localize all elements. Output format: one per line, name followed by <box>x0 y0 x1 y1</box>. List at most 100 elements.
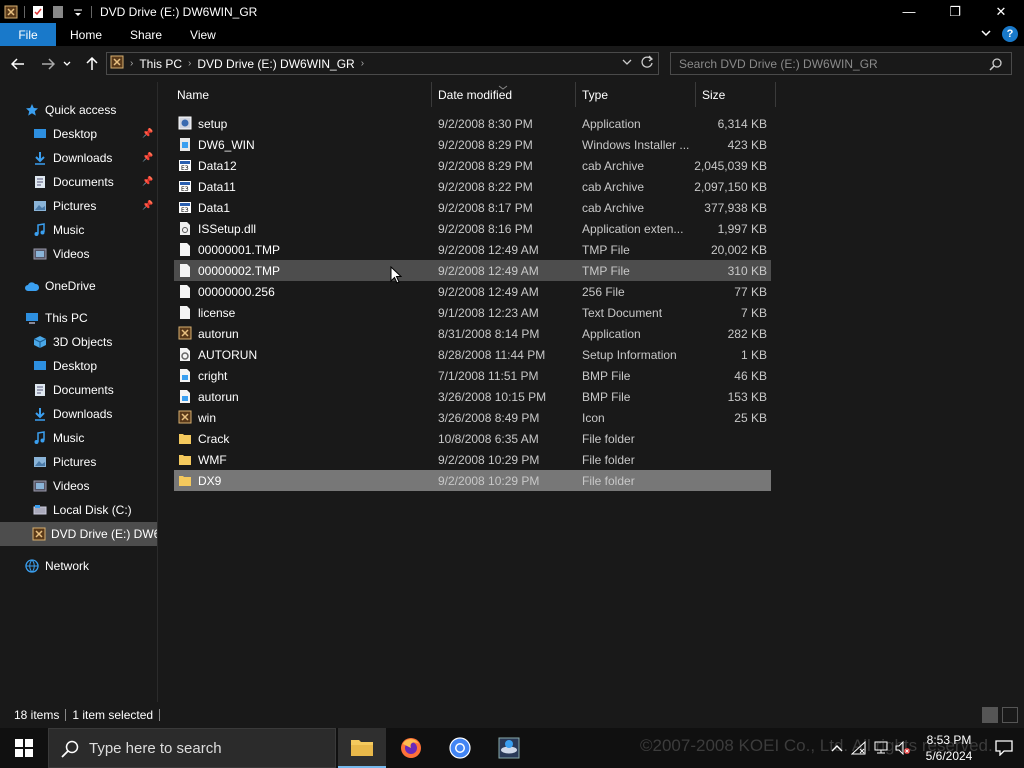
sidebar-item-music-pc[interactable]: Music <box>32 426 156 450</box>
ethernet-icon[interactable] <box>870 728 892 768</box>
sidebar-item-videos[interactable]: Videos <box>32 242 152 266</box>
taskbar-search-input[interactable]: Type here to search <box>48 728 336 768</box>
dvd-app-icon[interactable] <box>4 5 18 19</box>
sidebar-item-downloads-pc[interactable]: Downloads <box>32 402 156 426</box>
column-header-name[interactable]: Name <box>177 82 431 107</box>
column-header-type[interactable]: Type <box>582 82 695 107</box>
address-bar[interactable]: › This PC › DVD Drive (E:) DW6WIN_GR › <box>106 52 659 75</box>
address-segment-dvd-drive[interactable]: DVD Drive (E:) DW6WIN_GR <box>193 57 358 71</box>
expand-ribbon-icon[interactable] <box>980 27 992 42</box>
file-row[interactable]: DW6_WIN 9/2/2008 8:29 PM Windows Install… <box>174 134 771 155</box>
file-row[interactable]: ЕЗ Data12 9/2/2008 8:29 PM cab Archive 2… <box>174 155 771 176</box>
file-row[interactable]: setup 9/2/2008 8:30 PM Application 6,314… <box>174 113 771 134</box>
file-row[interactable]: cright 7/1/2008 11:51 PM BMP File 46 KB <box>174 365 771 386</box>
refresh-icon[interactable] <box>640 55 654 72</box>
address-separator-icon[interactable]: › <box>359 58 366 69</box>
file-row[interactable]: WMF 9/2/2008 10:29 PM File folder <box>174 449 771 470</box>
file-row[interactable]: Crack 10/8/2008 6:35 AM File folder <box>174 428 771 449</box>
sidebar-item-3d-objects[interactable]: 3D Objects <box>32 330 156 354</box>
network-disabled-icon[interactable] <box>848 728 870 768</box>
setup-app-taskbar-button[interactable] <box>485 728 533 768</box>
address-separator-icon[interactable]: › <box>186 58 193 69</box>
tab-view[interactable]: View <box>176 23 230 46</box>
tab-share[interactable]: Share <box>116 23 176 46</box>
video-icon <box>32 478 48 494</box>
setup-info-icon <box>178 347 192 362</box>
firefox-taskbar-button[interactable] <box>387 728 435 768</box>
file-row[interactable]: ISSetup.dll 9/2/2008 8:16 PM Application… <box>174 218 771 239</box>
windows-logo-icon <box>15 739 33 757</box>
close-button[interactable]: ✕ <box>978 0 1024 23</box>
cab-icon: ЕЗ <box>178 179 192 194</box>
sidebar-item-downloads[interactable]: Downloads <box>32 146 140 170</box>
sidebar-item-desktop[interactable]: Desktop <box>32 122 140 146</box>
column-header-date[interactable]: Date modified <box>438 82 575 107</box>
sidebar-item-pictures-pc[interactable]: Pictures <box>32 450 156 474</box>
column-resizer[interactable] <box>775 82 776 107</box>
tab-file[interactable]: File <box>0 23 56 46</box>
pin-icon[interactable]: 📌 <box>142 176 153 187</box>
start-button[interactable] <box>0 728 48 768</box>
sidebar-item-this-pc[interactable]: This PC <box>24 306 154 330</box>
file-row[interactable]: ЕЗ Data1 9/2/2008 8:17 PM cab Archive 37… <box>174 197 771 218</box>
file-row[interactable]: license 9/1/2008 12:23 AM Text Document … <box>174 302 771 323</box>
file-row[interactable]: 00000000.256 9/2/2008 12:49 AM 256 File … <box>174 281 771 302</box>
chevron-up-icon[interactable] <box>826 728 848 768</box>
clock[interactable]: 8:53 PM 5/6/2024 <box>914 732 984 764</box>
notification-center-button[interactable] <box>984 728 1024 768</box>
file-row[interactable]: win 3/26/2008 8:49 PM Icon 25 KB <box>174 407 771 428</box>
pin-icon[interactable]: 📌 <box>142 152 153 163</box>
file-row-selected[interactable]: DX9 9/2/2008 10:29 PM File folder <box>174 470 771 491</box>
file-row[interactable]: autorun 3/26/2008 10:15 PM BMP File 153 … <box>174 386 771 407</box>
tab-home[interactable]: Home <box>56 23 116 46</box>
new-folder-icon[interactable] <box>51 5 65 19</box>
folder-icon <box>178 431 192 446</box>
file-explorer-taskbar-button[interactable] <box>338 728 386 768</box>
address-separator-icon[interactable]: › <box>128 58 135 69</box>
dvd-icon <box>32 526 46 542</box>
download-icon <box>32 406 48 422</box>
minimize-button[interactable]: — <box>886 0 932 23</box>
column-resizer[interactable] <box>695 82 696 107</box>
sidebar-item-pictures[interactable]: Pictures <box>32 194 140 218</box>
large-icons-view-button[interactable] <box>1002 707 1018 723</box>
column-resizer[interactable] <box>575 82 576 107</box>
file-row[interactable]: autorun 8/31/2008 8:14 PM Application 28… <box>174 323 771 344</box>
file-row[interactable]: 00000002.TMP 9/2/2008 12:49 AM TMP File … <box>174 260 771 281</box>
customize-toolbar-icon[interactable] <box>71 5 85 19</box>
sidebar-item-network[interactable]: Network <box>24 554 154 578</box>
properties-icon[interactable] <box>31 5 45 19</box>
address-history-icon[interactable] <box>622 55 632 72</box>
up-button[interactable] <box>80 52 104 76</box>
help-icon[interactable]: ? <box>1002 26 1018 42</box>
volume-muted-icon[interactable] <box>892 728 914 768</box>
pin-icon[interactable]: 📌 <box>142 128 153 139</box>
desktop-icon <box>32 126 48 142</box>
sidebar-item-desktop-pc[interactable]: Desktop <box>32 354 156 378</box>
back-button[interactable] <box>6 52 30 76</box>
sidebar-item-onedrive[interactable]: OneDrive <box>24 274 154 298</box>
dvd-drive-icon <box>110 55 124 72</box>
sidebar-item-dvd-drive[interactable]: DVD Drive (E:) DW6WIN_GR <box>0 522 157 546</box>
sidebar-item-music[interactable]: Music <box>32 218 152 242</box>
forward-button[interactable] <box>36 52 60 76</box>
file-icon <box>178 284 192 299</box>
pin-icon[interactable]: 📌 <box>142 200 153 211</box>
details-view-button[interactable] <box>982 707 998 723</box>
recent-locations-button[interactable] <box>60 52 74 76</box>
search-input[interactable]: Search DVD Drive (E:) DW6WIN_GR <box>670 52 1012 75</box>
search-icon[interactable] <box>989 57 1003 74</box>
column-resizer[interactable] <box>431 82 432 107</box>
sidebar-item-documents-pc[interactable]: Documents <box>32 378 156 402</box>
file-row[interactable]: ЕЗ Data11 9/2/2008 8:22 PM cab Archive 2… <box>174 176 771 197</box>
column-header-size[interactable]: Size <box>702 82 775 107</box>
address-segment-this-pc[interactable]: This PC <box>135 57 186 71</box>
sidebar-item-documents[interactable]: Documents <box>32 170 140 194</box>
file-row[interactable]: 00000001.TMP 9/2/2008 12:49 AM TMP File … <box>174 239 771 260</box>
sidebar-item-local-disk[interactable]: Local Disk (C:) <box>32 498 156 522</box>
sidebar-item-videos-pc[interactable]: Videos <box>32 474 156 498</box>
chrome-taskbar-button[interactable] <box>436 728 484 768</box>
maximize-button[interactable]: ❐ <box>932 0 978 23</box>
sidebar-item-quick-access[interactable]: Quick access <box>24 98 154 122</box>
file-row[interactable]: AUTORUN 8/28/2008 11:44 PM Setup Informa… <box>174 344 771 365</box>
